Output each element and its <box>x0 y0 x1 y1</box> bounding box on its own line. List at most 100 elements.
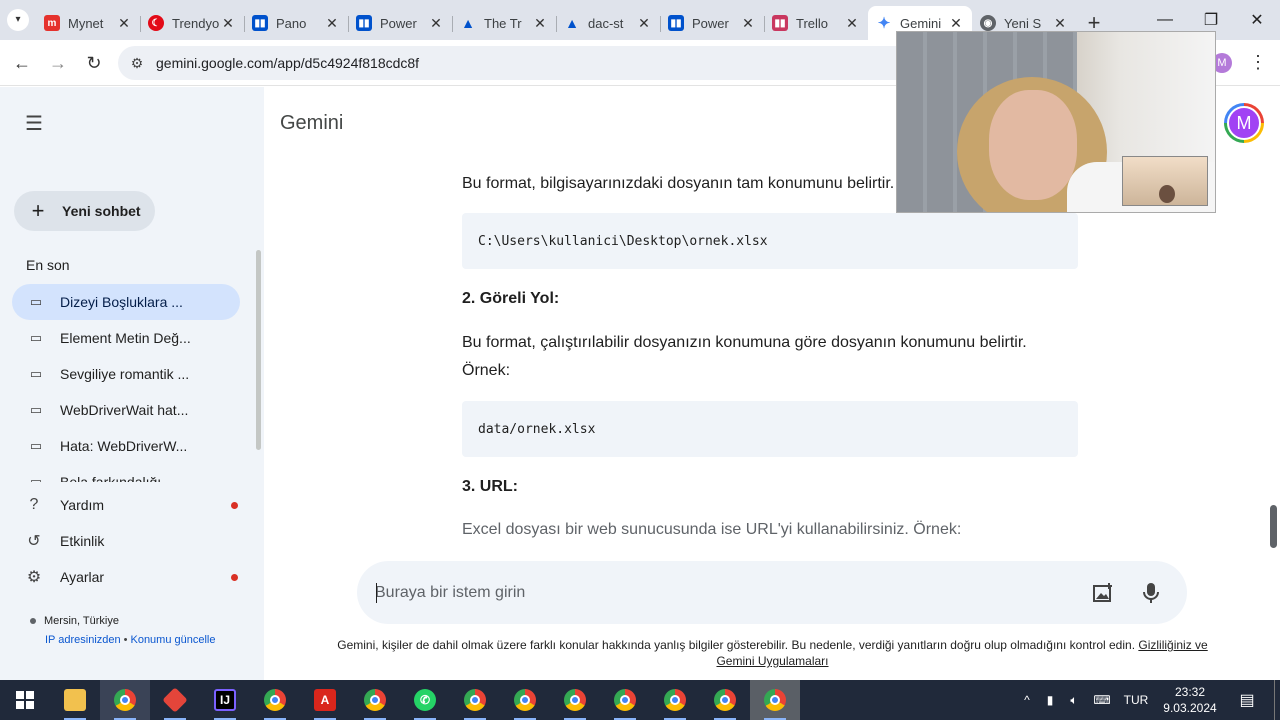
section-heading: 3. URL: <box>462 478 518 495</box>
app-title[interactable]: Gemini <box>280 112 343 135</box>
volume-icon[interactable]: 🔈︎ <box>1062 680 1086 720</box>
update-location-link[interactable]: Konumu güncelle <box>130 634 215 646</box>
taskbar-chrome[interactable] <box>450 680 500 720</box>
taskbar-chrome[interactable] <box>650 680 700 720</box>
chat-bubble-icon: ▭ <box>29 330 43 345</box>
taskbar-chrome[interactable] <box>500 680 550 720</box>
taskbar-chrome[interactable] <box>750 680 800 720</box>
disclaimer-text: Gemini, kişiler de dahil olmak üzere far… <box>320 637 1225 669</box>
taskbar-chrome[interactable] <box>250 680 300 720</box>
tab-label: Gemini <box>900 15 942 31</box>
close-icon[interactable]: ✕ <box>948 15 964 32</box>
trello-favicon-icon: ▮▮ <box>772 15 788 31</box>
browser-tab[interactable]: ▮▮ Power ✕ <box>660 6 764 40</box>
menu-icon[interactable]: ☰ <box>20 111 48 135</box>
location-info: Mersin, Türkiye <box>30 615 119 627</box>
settings-label: Ayarlar <box>60 569 105 585</box>
taskbar-acrobat[interactable]: A <box>300 680 350 720</box>
browser-tab[interactable]: ▲ The Tr ✕ <box>452 6 556 40</box>
recent-chat-item[interactable]: ▭ Bela farkındalığı... <box>12 464 240 482</box>
video-call-overlay[interactable] <box>896 31 1216 213</box>
recent-chat-item[interactable]: ▭ Hata: WebDriverW... <box>12 428 240 464</box>
forward-button[interactable]: → <box>43 48 73 78</box>
recent-chat-item[interactable]: ▭ WebDriverWait hat... <box>12 392 240 428</box>
url-text[interactable]: gemini.google.com/app/d5c4924f818cdc8f <box>156 55 419 71</box>
browser-tab[interactable]: ▮▮ Pano ✕ <box>244 6 348 40</box>
new-chat-button[interactable]: + Yeni sohbet <box>14 191 155 231</box>
activity-item[interactable]: ↺ Etkinlik <box>22 523 250 559</box>
intellij-icon: IJ <box>214 689 236 711</box>
windows-taskbar: IJ A ✆ ^ ▮ 🔈︎ ⌨ TUR ▤ <box>0 680 1280 720</box>
back-button[interactable]: ← <box>7 48 37 78</box>
chrome-icon <box>614 689 636 711</box>
system-clock[interactable]: 23:32 9.03.2024 <box>1160 684 1220 716</box>
close-icon[interactable]: ✕ <box>1052 15 1068 32</box>
browser-tab[interactable]: m Mynet ✕ <box>36 6 140 40</box>
taskbar-chrome[interactable] <box>100 680 150 720</box>
taskbar-file-explorer[interactable] <box>50 680 100 720</box>
show-desktop-button[interactable] <box>1274 680 1280 720</box>
code-block[interactable]: C:\Users\kullanici\Desktop\ornek.xlsx <box>462 213 1078 269</box>
close-icon[interactable]: ✕ <box>636 15 652 32</box>
taskbar-chrome[interactable] <box>600 680 650 720</box>
chrome-icon <box>564 689 586 711</box>
taskbar-chrome[interactable] <box>550 680 600 720</box>
browser-tab[interactable]: ▮▮ Trello ✕ <box>764 6 868 40</box>
browser-tab[interactable]: ☾ Trendyol ✕ <box>140 6 244 40</box>
self-view-thumbnail[interactable] <box>1122 156 1208 206</box>
taskbar-chrome[interactable] <box>700 680 750 720</box>
prompt-box <box>357 561 1187 624</box>
account-avatar[interactable]: M <box>1224 103 1264 143</box>
video-person-face <box>989 90 1077 200</box>
microphone-tray-icon[interactable]: ▮ <box>1040 680 1060 720</box>
browser-tab[interactable]: ▲ dac-st ✕ <box>556 6 660 40</box>
help-item[interactable]: ? Yardım <box>22 487 250 523</box>
more-menu-icon[interactable]: ⋮ <box>1248 52 1268 73</box>
sidebar-scrollbar[interactable] <box>256 250 261 450</box>
keyboard-icon[interactable]: ⌨ <box>1088 680 1116 720</box>
notification-dot <box>231 501 238 509</box>
tab-label: Power <box>692 15 729 31</box>
taskbar-anydesk[interactable] <box>150 680 200 720</box>
chrome-icon <box>464 689 486 711</box>
taskbar-chrome[interactable] <box>350 680 400 720</box>
plus-icon: + <box>31 198 45 223</box>
close-icon[interactable]: ✕ <box>428 15 444 32</box>
recent-chat-item[interactable]: ▭ Element Metin Değ... <box>12 320 240 356</box>
input-language[interactable]: TUR <box>1118 680 1154 720</box>
image-upload-icon[interactable] <box>1089 579 1117 607</box>
start-button[interactable] <box>0 680 50 720</box>
chevron-up-icon: ^ <box>1024 693 1030 707</box>
close-icon[interactable]: ✕ <box>740 15 756 32</box>
folder-icon <box>64 689 86 711</box>
close-icon[interactable]: ✕ <box>324 15 340 32</box>
show-hidden-icons[interactable]: ^ <box>1016 680 1038 720</box>
site-settings-icon[interactable]: ⚙ <box>118 55 156 72</box>
prompt-input[interactable] <box>375 581 1055 605</box>
close-icon[interactable]: ✕ <box>532 15 548 32</box>
taskbar-whatsapp[interactable]: ✆ <box>400 680 450 720</box>
taskbar-intellij[interactable]: IJ <box>200 680 250 720</box>
reload-button[interactable]: ↻ <box>79 48 109 78</box>
ip-address-link[interactable]: IP adresinizden <box>45 634 121 646</box>
notifications-icon[interactable]: ▤ <box>1232 680 1262 720</box>
recent-chat-label: Dizeyi Boşluklara ... <box>60 294 183 310</box>
new-chat-label: Yeni sohbet <box>62 203 141 219</box>
close-icon[interactable]: ✕ <box>220 15 236 32</box>
response-paragraph: Bu format, çalıştırılabilir dosyanızın k… <box>462 334 1027 351</box>
recent-chat-item[interactable]: ▭ Dizeyi Boşluklara ... <box>12 284 240 320</box>
main-scrollbar[interactable] <box>1270 505 1277 548</box>
browser-tab[interactable]: ▮▮ Power ✕ <box>348 6 452 40</box>
settings-item[interactable]: ⚙ Ayarlar <box>22 559 250 595</box>
response-paragraph: Örnek: <box>462 362 511 379</box>
response-paragraph: Bu format, bilgisayarınızdaki dosyanın t… <box>462 175 947 192</box>
close-icon[interactable]: ✕ <box>116 15 132 32</box>
tab-search-button[interactable]: ▾ <box>0 0 36 40</box>
chat-bubble-icon: ▭ <box>29 438 43 453</box>
microphone-icon[interactable] <box>1137 579 1165 607</box>
code-block[interactable]: data/ornek.xlsx <box>462 401 1078 457</box>
close-window-button[interactable]: ✕ <box>1234 0 1280 40</box>
close-icon[interactable]: ✕ <box>844 15 860 32</box>
whatsapp-icon: ✆ <box>414 689 436 711</box>
recent-chat-item[interactable]: ▭ Sevgiliye romantik ... <box>12 356 240 392</box>
